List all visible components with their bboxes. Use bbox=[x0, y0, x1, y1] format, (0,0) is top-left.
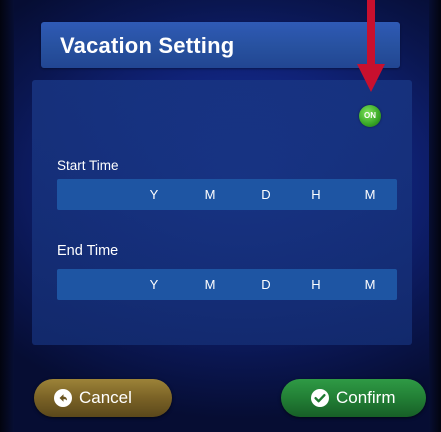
checkmark-icon bbox=[311, 389, 329, 407]
toggle-label: ON bbox=[364, 111, 376, 120]
end-month-unit: M bbox=[204, 277, 216, 292]
end-minute-unit: M bbox=[364, 277, 376, 292]
end-time-label: End Time bbox=[57, 243, 119, 259]
end-year-unit: Y bbox=[149, 277, 159, 292]
start-minute-unit: M bbox=[364, 187, 376, 202]
start-time-label: Start Time bbox=[57, 158, 119, 173]
start-hour-unit: H bbox=[311, 187, 321, 202]
end-hour-unit: H bbox=[311, 277, 321, 292]
annotation-arrow-icon bbox=[357, 0, 385, 92]
right-frame-edge bbox=[429, 0, 441, 432]
end-time-field[interactable]: Y M D H M bbox=[57, 269, 397, 300]
end-day-unit: D bbox=[261, 277, 271, 292]
title-bar: Vacation Setting bbox=[41, 22, 400, 68]
left-frame-edge bbox=[0, 0, 14, 432]
start-year-unit: Y bbox=[149, 187, 159, 202]
back-arrow-icon bbox=[54, 389, 72, 407]
settings-panel bbox=[32, 80, 412, 345]
cancel-button-label: Cancel bbox=[79, 388, 132, 407]
page-title: Vacation Setting bbox=[60, 33, 235, 58]
confirm-button-label: Confirm bbox=[336, 388, 396, 407]
confirm-button[interactable]: Confirm bbox=[281, 379, 426, 417]
start-month-unit: M bbox=[204, 187, 216, 202]
start-day-unit: D bbox=[261, 187, 271, 202]
cancel-button[interactable]: Cancel bbox=[34, 379, 172, 417]
vacation-on-toggle[interactable]: ON bbox=[359, 105, 381, 127]
start-time-field[interactable]: Y M D H M bbox=[57, 179, 397, 210]
vacation-setting-screen: Vacation Setting ON Start Time Y M D H M… bbox=[0, 0, 441, 432]
